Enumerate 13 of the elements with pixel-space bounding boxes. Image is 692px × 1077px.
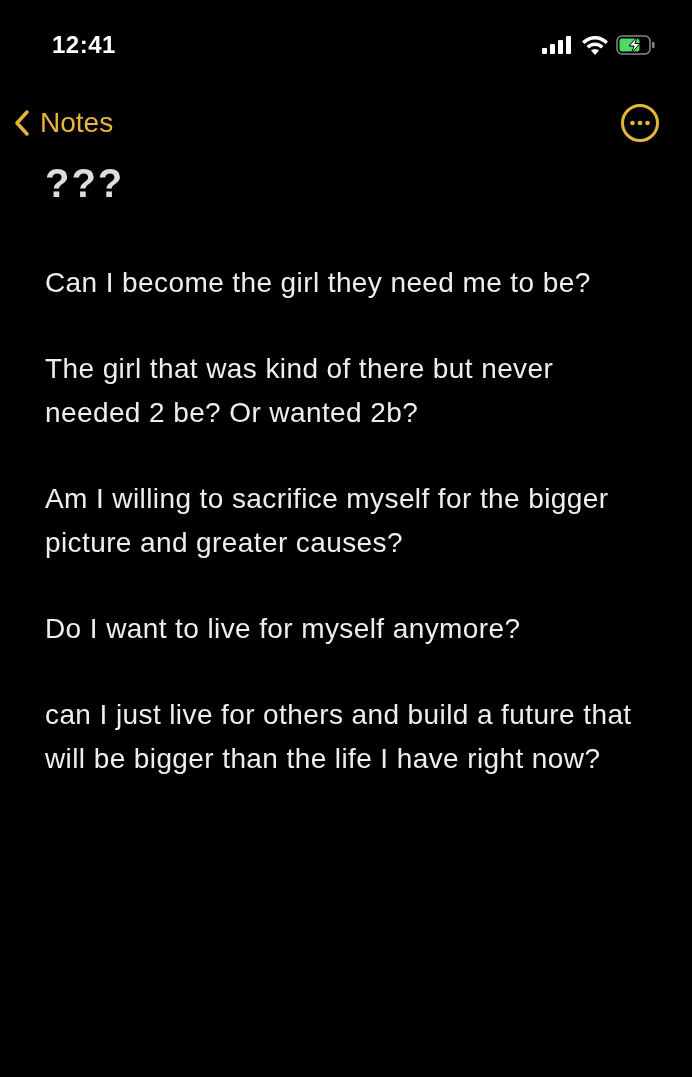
note-paragraph: Can I become the girl they need me to be?: [45, 266, 592, 300]
note-paragraph: can I just live for others and build a future that will be bigger than the life I have right now?: [45, 698, 633, 776]
note-paragraph: Do I want to live for myself anymore?: [45, 612, 522, 646]
note-paragraph: The girl that was kind of there but never needed 2 be? Or wanted 2b?: [45, 352, 555, 430]
note-paragraph: Am I willing to sacrifice myself for the bigger picture and greater causes?: [45, 482, 610, 560]
chevron-icon: [14, 109, 30, 137]
signal-icon: [542, 36, 574, 54]
note-title: ???: [45, 161, 126, 206]
more-options-icon[interactable]: [620, 103, 660, 143]
wifi-icon: [582, 35, 608, 55]
status-time: 12:41: [52, 31, 116, 59]
battery-charging-icon: [616, 35, 656, 55]
back-button[interactable]: Notes: [14, 107, 114, 139]
